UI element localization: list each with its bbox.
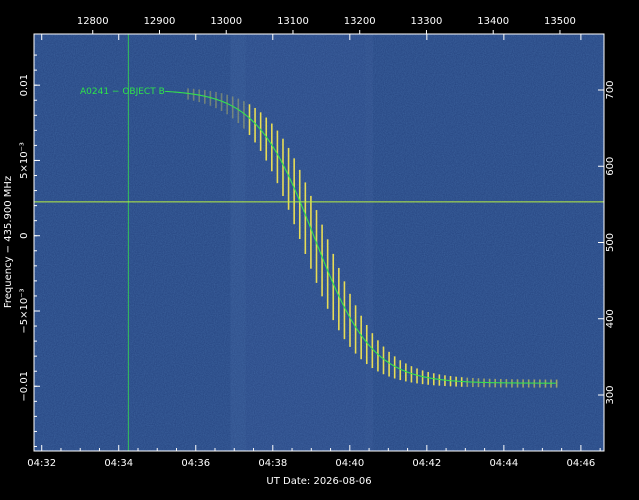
- right-tick-label: 600: [605, 157, 616, 176]
- interference-band: [365, 34, 373, 451]
- top-tick-label: 12800: [77, 16, 109, 27]
- bottom-tick-label: 04:46: [566, 458, 595, 469]
- left-tick-label: 0.01: [19, 74, 30, 96]
- top-tick-label: 12900: [144, 16, 176, 27]
- right-tick-label: 300: [605, 385, 616, 404]
- top-tick-label: 13200: [344, 16, 376, 27]
- top-tick-label: 13300: [411, 16, 443, 27]
- right-tick-label: 400: [605, 309, 616, 328]
- top-tick-label: 13500: [544, 16, 576, 27]
- bottom-tick-label: 04:40: [335, 458, 364, 469]
- bottom-tick-label: 04:32: [27, 458, 56, 469]
- spectrogram-bands: [230, 34, 373, 451]
- object-annotation: A0241 − OBJECT B: [80, 87, 165, 97]
- bottom-tick-label: 04:42: [412, 458, 441, 469]
- y-axis-title: Frequency − 435.900 MHz: [3, 176, 14, 308]
- bottom-tick-label: 04:44: [489, 458, 518, 469]
- left-tick-label: 0: [19, 233, 30, 239]
- spectrogram-chart: A0241 − OBJECT B UT Date: 2026-08-06 Fre…: [3, 16, 616, 487]
- bottom-tick-label: 04:34: [104, 458, 133, 469]
- top-tick-label: 13000: [210, 16, 242, 27]
- left-tick-label: −5×10⁻³: [19, 288, 30, 333]
- bottom-tick-label: 04:36: [181, 458, 210, 469]
- right-tick-label: 500: [605, 233, 616, 252]
- top-tick-label: 13400: [477, 16, 509, 27]
- x-axis-title: UT Date: 2026-08-06: [266, 476, 371, 487]
- bottom-tick-label: 04:38: [258, 458, 287, 469]
- left-tick-label: 5×10⁻³: [19, 142, 30, 179]
- left-tick-label: −0.01: [19, 371, 30, 402]
- top-tick-label: 13100: [277, 16, 309, 27]
- right-tick-label: 700: [605, 80, 616, 99]
